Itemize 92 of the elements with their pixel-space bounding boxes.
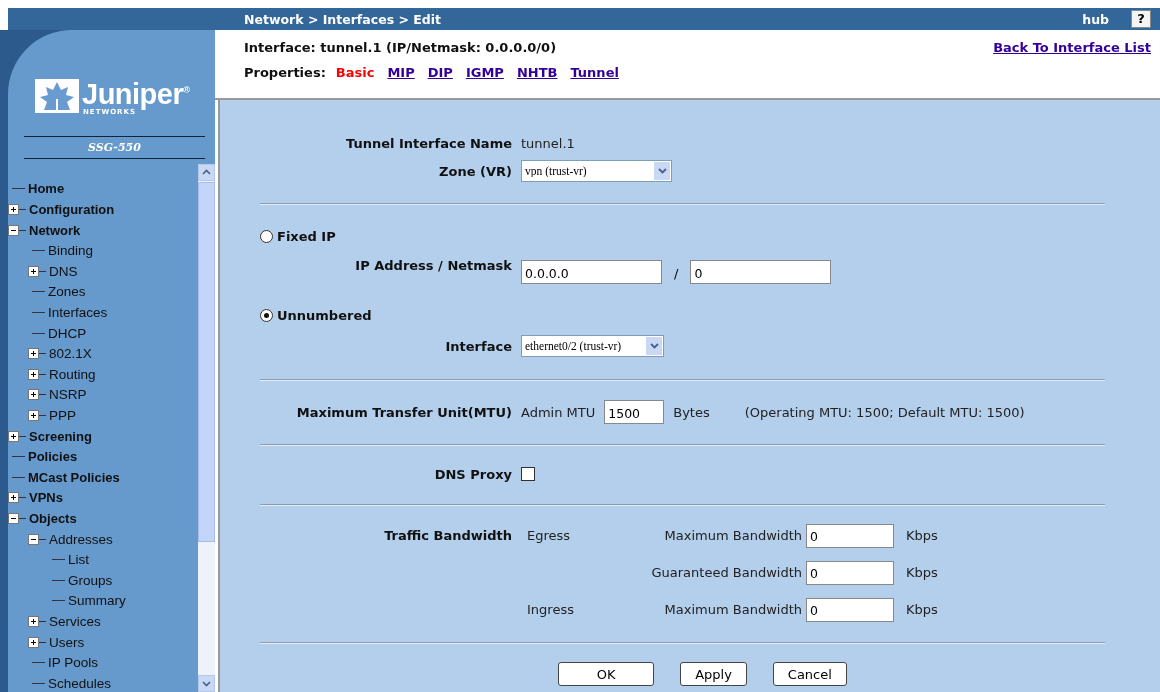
mtu-field[interactable]: 1500 xyxy=(604,400,665,424)
unit-label: Kbps xyxy=(906,528,938,543)
form-button[interactable]: Cancel xyxy=(772,662,847,686)
nav-item[interactable]: IP Pools xyxy=(48,655,99,671)
nav-item[interactable]: Addresses xyxy=(49,531,113,547)
bandwidth-field[interactable]: 0 xyxy=(806,560,894,585)
collapse-icon[interactable] xyxy=(8,224,19,236)
direction-label: Egress xyxy=(527,528,571,543)
property-tab[interactable]: NHTB xyxy=(516,65,558,80)
breadcrumb: Network > Interfaces > Edit xyxy=(244,11,442,27)
device-model: SSG-550 xyxy=(24,135,205,159)
scroll-down-icon[interactable] xyxy=(202,680,211,687)
mtu-note: (Operating MTU: 1500; Default MTU: 1500) xyxy=(744,404,1025,420)
nav-item[interactable]: MCast Policies xyxy=(28,469,120,485)
nav-item[interactable]: DNS xyxy=(49,263,78,279)
expand-icon[interactable] xyxy=(8,204,19,216)
nav-item[interactable]: Configuration xyxy=(29,202,115,218)
nav-item[interactable]: Groups xyxy=(68,572,113,588)
interface-title: Interface: tunnel.1 (IP/Netmask: 0.0.0.0/0) xyxy=(244,40,557,55)
field-label: DNS Proxy xyxy=(433,466,512,482)
property-tab[interactable]: Basic xyxy=(335,65,375,80)
field-label: Maximum Transfer Unit(MTU) xyxy=(295,404,512,420)
expand-icon[interactable] xyxy=(8,492,19,504)
nav-item[interactable]: Home xyxy=(28,181,65,197)
field-label: Maximum Bandwidth xyxy=(663,602,802,617)
nav-item[interactable]: Binding xyxy=(48,243,94,259)
direction-label: Ingress xyxy=(527,602,574,617)
field-label: Interface xyxy=(444,338,512,354)
field-label: Guaranteed Bandwidth xyxy=(650,565,802,580)
separator: / xyxy=(674,266,679,281)
help-button[interactable]: ? xyxy=(1131,10,1151,28)
properties-label: Properties: xyxy=(244,65,326,80)
expand-icon[interactable] xyxy=(28,348,39,360)
interface-select[interactable]: ethernet0/2 (trust-vr) xyxy=(521,335,664,357)
nav-item[interactable]: Network xyxy=(29,222,81,238)
field-value: tunnel.1 xyxy=(521,135,575,151)
user-name: hub xyxy=(1082,11,1109,27)
form-button[interactable]: Apply xyxy=(680,662,747,686)
nav-item[interactable]: Objects xyxy=(29,510,77,526)
nav-item[interactable]: Schedules xyxy=(48,675,112,691)
expand-icon[interactable] xyxy=(28,636,39,648)
unit-label: Kbps xyxy=(906,565,938,580)
nav-item[interactable]: Users xyxy=(49,634,85,650)
field-label: Traffic Bandwidth xyxy=(383,528,512,545)
leaf-logo-icon xyxy=(35,78,79,113)
brand-name: Juniper$^{®}$ xyxy=(82,76,190,108)
ip-address-field[interactable]: 0.0.0.0 xyxy=(521,260,662,284)
expand-icon[interactable] xyxy=(28,410,39,421)
scroll-up-icon[interactable] xyxy=(202,169,211,176)
nav-item[interactable]: Summary xyxy=(68,593,126,609)
nav-item[interactable]: Services xyxy=(49,613,101,629)
radio-button[interactable] xyxy=(260,230,273,243)
expand-icon[interactable] xyxy=(28,368,39,380)
field-label: Maximum Bandwidth xyxy=(663,528,802,543)
checkbox[interactable] xyxy=(521,467,535,481)
field-label: Tunnel Interface Name xyxy=(344,135,512,151)
property-tab[interactable]: MIP xyxy=(387,65,415,80)
field-label: Zone (VR) xyxy=(438,163,512,179)
nav-item[interactable]: Routing xyxy=(49,366,96,382)
field-label: Admin MTU xyxy=(521,404,596,420)
expand-icon[interactable] xyxy=(28,615,39,627)
collapse-icon[interactable] xyxy=(8,512,19,524)
radio-label: Unnumbered xyxy=(277,308,372,323)
property-tab[interactable]: IGMP xyxy=(465,65,504,80)
nav-item[interactable]: DHCP xyxy=(48,325,87,341)
expand-icon[interactable] xyxy=(8,430,19,442)
nav-item[interactable]: Policies xyxy=(28,449,78,465)
property-tab[interactable]: DIP xyxy=(427,65,453,80)
nav-item[interactable]: Zones xyxy=(48,284,86,300)
netmask-field[interactable]: 0 xyxy=(690,260,832,284)
back-link[interactable]: Back To Interface List xyxy=(993,40,1151,55)
nav-item[interactable]: Interfaces xyxy=(48,305,108,320)
collapse-icon[interactable] xyxy=(28,533,39,545)
nav-item[interactable]: PPP xyxy=(49,408,76,423)
form-button[interactable]: OK xyxy=(558,662,655,686)
scrollbar[interactable] xyxy=(198,163,215,692)
unit-label: Bytes xyxy=(673,404,710,420)
expand-icon[interactable] xyxy=(28,265,39,277)
bandwidth-field[interactable]: 0 xyxy=(806,523,894,548)
nav-item[interactable]: Screening xyxy=(29,428,92,444)
zone-select[interactable]: vpn (trust-vr) xyxy=(521,160,672,182)
bandwidth-field[interactable]: 0 xyxy=(806,597,894,622)
nav-item[interactable]: List xyxy=(68,552,89,568)
expand-icon[interactable] xyxy=(28,389,39,401)
radio-label: Fixed IP xyxy=(277,229,336,244)
nav-item[interactable]: 802.1X xyxy=(49,346,92,362)
nav-item[interactable]: VPNs xyxy=(29,490,63,506)
unit-label: Kbps xyxy=(906,602,938,617)
radio-button[interactable] xyxy=(260,309,273,322)
nav-item[interactable]: NSRP xyxy=(49,387,87,403)
field-label: IP Address / Netmask xyxy=(354,258,512,273)
property-tab[interactable]: Tunnel xyxy=(570,65,619,80)
